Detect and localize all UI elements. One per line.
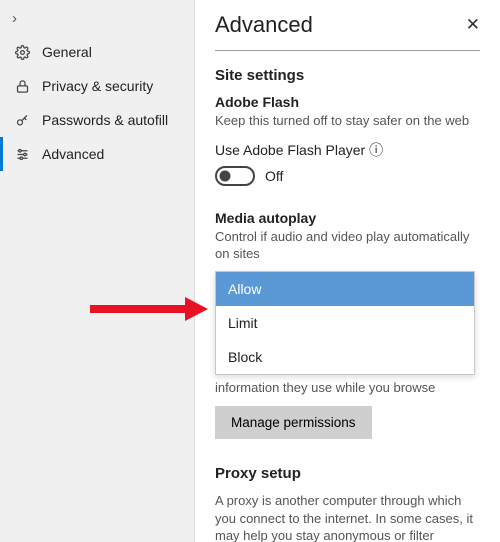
autoplay-dropdown[interactable]: Allow Limit Block	[215, 271, 475, 375]
sidebar-item-label: Privacy & security	[42, 78, 153, 94]
chevron-right-icon[interactable]: ›	[0, 6, 194, 35]
flash-row: Use Adobe Flash Player ⓘ	[215, 140, 480, 160]
flash-desc: Keep this turned off to stay safer on th…	[215, 112, 480, 130]
sidebar-item-general[interactable]: General	[0, 35, 194, 69]
autoplay-label: Media autoplay	[215, 210, 480, 226]
key-icon	[12, 113, 32, 128]
close-icon[interactable]: ✕	[466, 15, 480, 35]
autoplay-desc: Control if audio and video play automati…	[215, 228, 480, 263]
cookies-desc-tail: information they use while you browse	[215, 379, 480, 397]
sidebar-item-label: Passwords & autofill	[42, 112, 168, 128]
sidebar-item-privacy[interactable]: Privacy & security	[0, 69, 194, 103]
section-proxy: Proxy setup	[215, 465, 480, 482]
flash-label: Adobe Flash	[215, 94, 480, 110]
toggle-off-icon	[215, 166, 255, 186]
manage-permissions-button[interactable]: Manage permissions	[215, 406, 372, 439]
flash-toggle[interactable]: Off	[215, 166, 480, 186]
sidebar-item-advanced[interactable]: Advanced	[0, 137, 194, 171]
autoplay-option-limit[interactable]: Limit	[216, 306, 474, 340]
sidebar-item-label: General	[42, 44, 92, 60]
toggle-state-label: Off	[265, 168, 283, 184]
panel-header: Advanced ✕	[215, 12, 480, 51]
main-panel: Advanced ✕ Site settings Adobe Flash Kee…	[195, 0, 500, 542]
gear-icon	[12, 45, 32, 60]
autoplay-option-allow[interactable]: Allow	[216, 272, 474, 306]
sidebar: › General Privacy & security Passwords &…	[0, 0, 195, 542]
sidebar-item-passwords[interactable]: Passwords & autofill	[0, 103, 194, 137]
autoplay-option-block[interactable]: Block	[216, 340, 474, 374]
page-title: Advanced	[215, 12, 313, 38]
lock-icon	[12, 79, 32, 94]
section-site-settings: Site settings	[215, 67, 480, 84]
sliders-icon	[12, 147, 32, 162]
sidebar-item-label: Advanced	[42, 146, 104, 162]
proxy-desc: A proxy is another computer through whic…	[215, 492, 480, 542]
